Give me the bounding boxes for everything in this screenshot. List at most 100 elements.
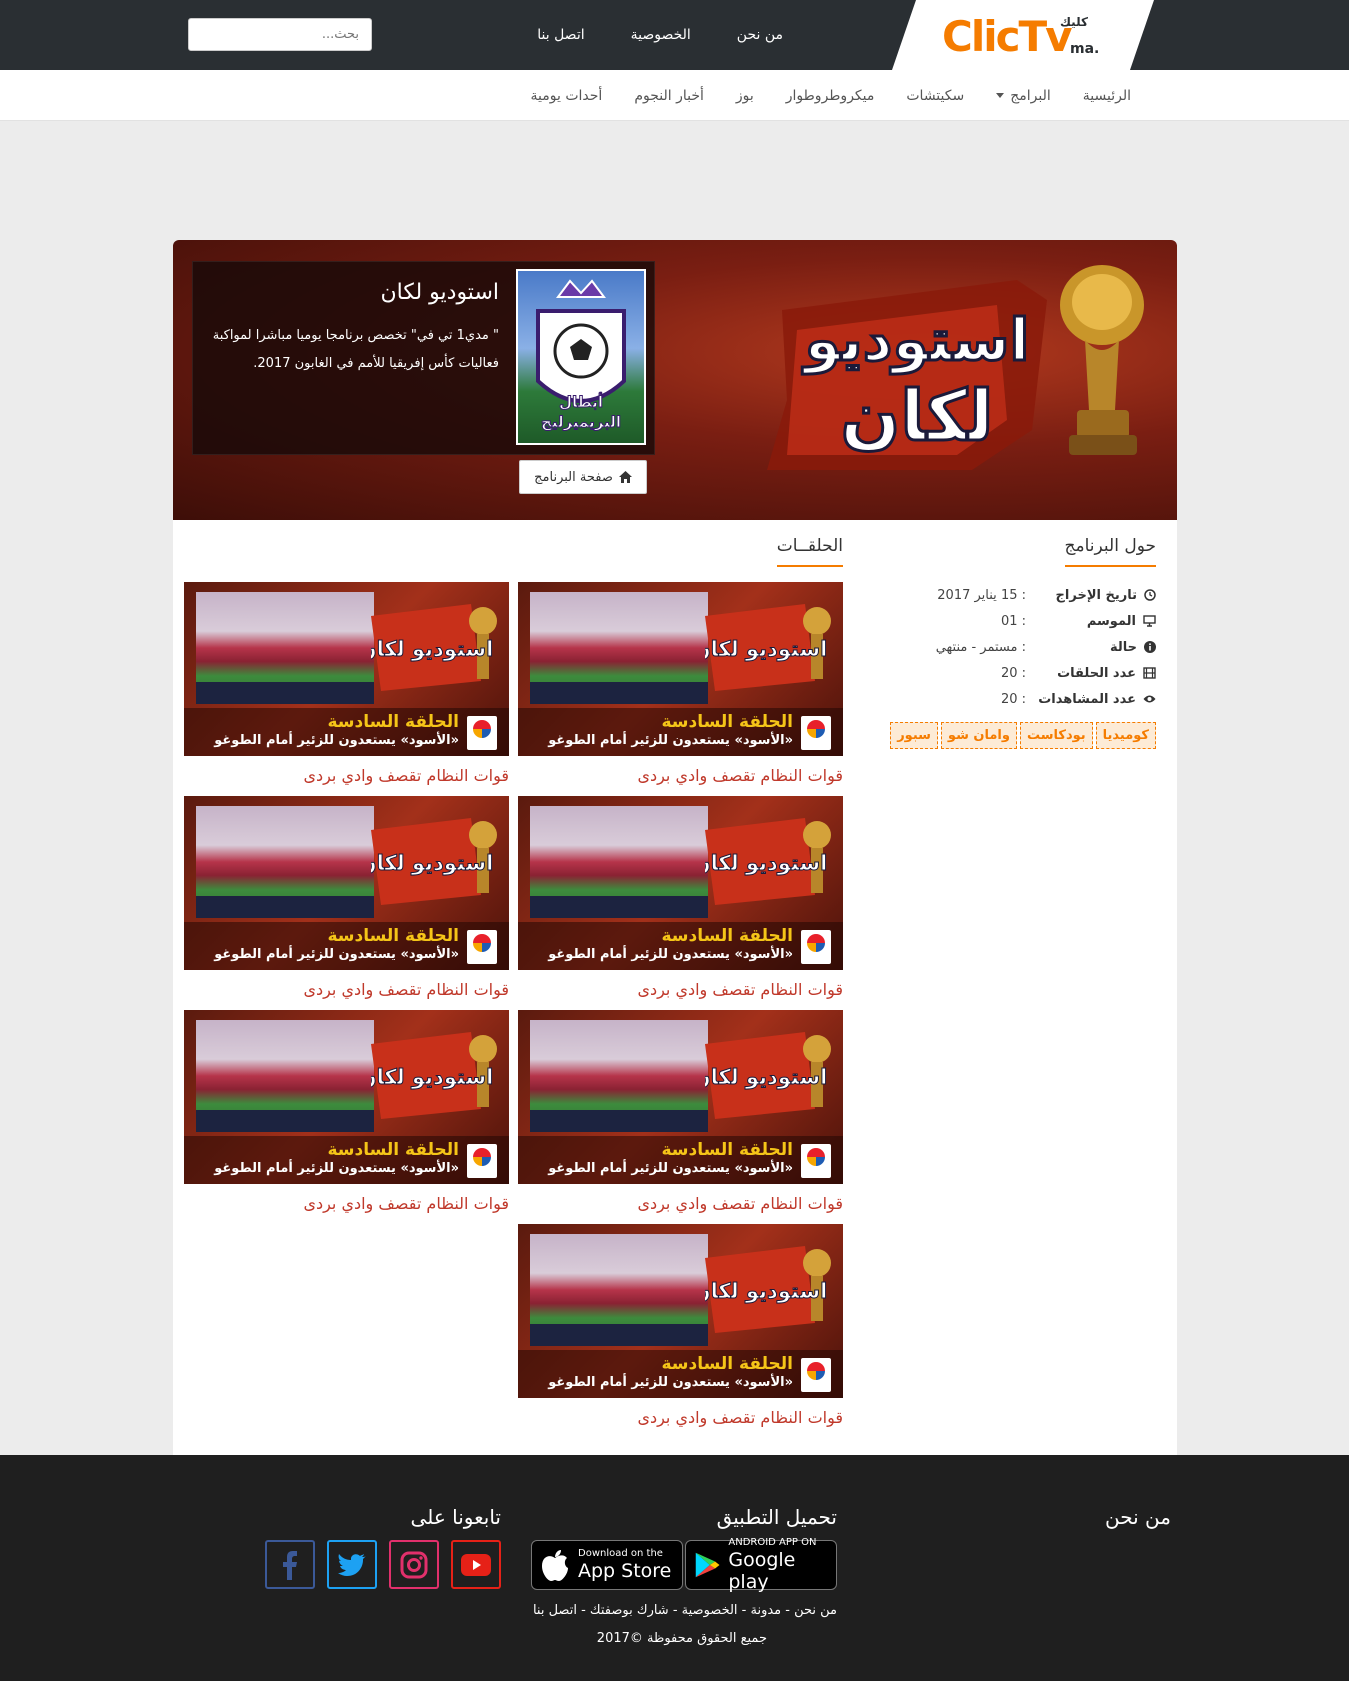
nav-item-home[interactable]: الرئيسية <box>1083 88 1131 104</box>
nav-item-sketches[interactable]: سكيتشات <box>906 88 964 104</box>
logo-container: ClicTv كليك .ma <box>892 0 1154 70</box>
episode-card[interactable]: استوديو لكان الحلقة السادسة «الأسود» يست… <box>518 796 843 999</box>
photo-caption-bar <box>530 1110 708 1132</box>
logo-arabic: كليك <box>1060 15 1088 29</box>
nav-item-daily-events[interactable]: أحدات يومية <box>531 88 603 104</box>
top-link-privacy[interactable]: الخصوصية <box>631 27 691 43</box>
facebook-icon <box>283 1550 297 1580</box>
clock-icon <box>1144 589 1156 601</box>
episode-title[interactable]: قوات النظام تقصف وادي بردى <box>184 1194 509 1213</box>
episode-title[interactable]: قوات النظام تقصف وادي بردى <box>518 766 843 785</box>
episode-title[interactable]: قوات النظام تقصف وادي بردى <box>518 1408 843 1427</box>
program-page-button-label: صفحة البرنامج <box>534 469 613 485</box>
program-info-list: تاريخ الإخراج : 15 يناير 2017 الموسم : 0… <box>891 582 1156 712</box>
twitter-icon <box>338 1553 366 1576</box>
episode-caption-bar: الحلقة السادسة «الأسود» يستعدون للزئير أ… <box>184 708 509 756</box>
photo-caption-bar <box>530 682 708 704</box>
episode-thumbnail[interactable]: استوديو لكان الحلقة السادسة «الأسود» يست… <box>518 1224 843 1398</box>
info-value: : مستمر - منتهي <box>935 639 1026 655</box>
info-label: عدد المشاهدات <box>1038 691 1136 707</box>
photo-caption-bar <box>530 1324 708 1346</box>
episode-caption-title: الحلقة السادسة <box>327 1140 459 1160</box>
site-logo[interactable]: ClicTv كليك .ma <box>942 10 1112 60</box>
episode-caption-title: الحلقة السادسة <box>661 1140 793 1160</box>
episode-art-text: استوديو لكان <box>705 637 827 661</box>
tags-list: كوميديا بودكاست وامان شو سبور <box>890 722 1156 749</box>
top-link-about[interactable]: من نحن <box>737 27 783 43</box>
info-row-status: حالة : مستمر - منتهي <box>891 634 1156 660</box>
photo-caption-bar <box>530 896 708 918</box>
footer-links[interactable]: من نحن - مدونة - الخصوصية - شارك بوصفتك … <box>533 1603 837 1618</box>
tag-show[interactable]: وامان شو <box>940 722 1017 749</box>
photo-caption-bar <box>196 896 374 918</box>
episode-art: استوديو لكان <box>371 1032 497 1119</box>
app-store-button[interactable]: Download on the App Store <box>531 1540 683 1590</box>
episode-thumbnail[interactable]: استوديو لكان الحلقة السادسة «الأسود» يست… <box>518 1010 843 1184</box>
episode-photo <box>530 592 708 704</box>
episode-thumbnail[interactable]: استوديو لكان الحلقة السادسة «الأسود» يست… <box>518 582 843 756</box>
soccer-ball-icon: أبطال البريميرليج <box>536 279 626 432</box>
tag-comedy[interactable]: كوميديا <box>1095 722 1156 749</box>
program-title: استوديو لكان <box>380 280 499 305</box>
about-program-heading: حول البرنامج <box>1064 536 1156 567</box>
episode-caption-bar: الحلقة السادسة «الأسود» يستعدون للزئير أ… <box>184 922 509 970</box>
episode-card[interactable]: استوديو لكان الحلقة السادسة «الأسود» يست… <box>518 582 843 785</box>
info-icon <box>1144 641 1156 653</box>
episode-title[interactable]: قوات النظام تقصف وادي بردى <box>184 766 509 785</box>
facebook-link[interactable] <box>265 1540 315 1589</box>
search-input[interactable] <box>188 18 372 51</box>
program-thumbnail: أبطال البريميرليج <box>516 269 646 445</box>
instagram-link[interactable] <box>389 1540 439 1589</box>
nav-item-buzz[interactable]: بوز <box>736 88 754 104</box>
nav-item-programs[interactable]: البرامج <box>996 88 1051 104</box>
program-page-button[interactable]: صفحة البرنامج <box>519 460 647 494</box>
episode-card[interactable]: استوديو لكان الحلقة السادسة «الأسود» يست… <box>184 582 509 785</box>
google-play-big: Google play <box>728 1549 796 1593</box>
episode-caption-bar: الحلقة السادسة «الأسود» يستعدون للزئير أ… <box>184 1136 509 1184</box>
episode-photo <box>196 1020 374 1132</box>
tag-podcast[interactable]: بودكاست <box>1019 722 1093 749</box>
info-value: : 20 <box>1000 691 1026 707</box>
episode-title[interactable]: قوات النظام تقصف وادي بردى <box>518 980 843 999</box>
episode-photo <box>196 806 374 918</box>
info-value: : 01 <box>1000 613 1026 629</box>
program-info-card: أبطال البريميرليج استوديو لكان " مدي1 تي… <box>192 261 655 455</box>
chevron-down-icon <box>996 93 1005 98</box>
episode-thumbnail[interactable]: استوديو لكان الحلقة السادسة «الأسود» يست… <box>518 796 843 970</box>
sponsor-logo <box>801 716 831 750</box>
episode-art: استوديو لكان <box>371 818 497 905</box>
nav-item-microtrottoir[interactable]: ميكروطروطوار <box>786 88 875 104</box>
episode-art: استوديو لكان <box>371 604 497 691</box>
episode-thumbnail[interactable]: استوديو لكان الحلقة السادسة «الأسود» يست… <box>184 1010 509 1184</box>
top-link-contact[interactable]: اتصل بنا <box>537 27 584 43</box>
episode-card[interactable]: استوديو لكان الحلقة السادسة «الأسود» يست… <box>518 1224 843 1427</box>
episode-thumbnail[interactable]: استوديو لكان الحلقة السادسة «الأسود» يست… <box>184 796 509 970</box>
app-store-small: Download on the <box>578 1548 663 1559</box>
episode-caption-bar: الحلقة السادسة «الأسود» يستعدون للزئير أ… <box>518 1350 843 1398</box>
episode-title[interactable]: قوات النظام تقصف وادي بردى <box>518 1194 843 1213</box>
twitter-link[interactable] <box>327 1540 377 1589</box>
episode-thumbnail[interactable]: استوديو لكان الحلقة السادسة «الأسود» يست… <box>184 582 509 756</box>
episode-caption-subtitle: «الأسود» يستعدون للزئير أمام الطوغو <box>548 733 793 748</box>
sponsor-logo <box>801 1144 831 1178</box>
program-hero: استوديو لكان أبطال البريميرليج استوديو ل… <box>173 240 1177 520</box>
sponsor-logo <box>467 716 497 750</box>
episode-art-text: استوديو لكان <box>705 1279 827 1303</box>
app-store-big: App Store <box>578 1560 672 1582</box>
info-value: : 20 <box>1000 665 1026 681</box>
episode-card[interactable]: استوديو لكان الحلقة السادسة «الأسود» يست… <box>518 1010 843 1213</box>
nav-item-stars-news[interactable]: أخبار النجوم <box>634 88 704 104</box>
episode-art: استوديو لكان <box>705 1032 831 1119</box>
episode-card[interactable]: استوديو لكان الحلقة السادسة «الأسود» يست… <box>184 1010 509 1213</box>
content-panel: حول البرنامج تاريخ الإخراج : 15 يناير 20… <box>173 520 1177 1455</box>
episode-card[interactable]: استوديو لكان الحلقة السادسة «الأسود» يست… <box>184 796 509 999</box>
footer-app-heading: تحميل التطبيق <box>716 1505 837 1529</box>
tag-sport[interactable]: سبور <box>890 722 938 749</box>
youtube-link[interactable] <box>451 1540 501 1589</box>
footer-about-heading: من نحن <box>1105 1505 1171 1529</box>
google-play-button[interactable]: ANDROID APP ON Google play <box>685 1537 837 1593</box>
info-row-episodes-count: عدد الحلقات : 20 <box>891 660 1156 686</box>
episode-title[interactable]: قوات النظام تقصف وادي بردى <box>184 980 509 999</box>
episode-caption-title: الحلقة السادسة <box>661 712 793 732</box>
info-label: عدد الحلقات <box>1057 665 1136 681</box>
